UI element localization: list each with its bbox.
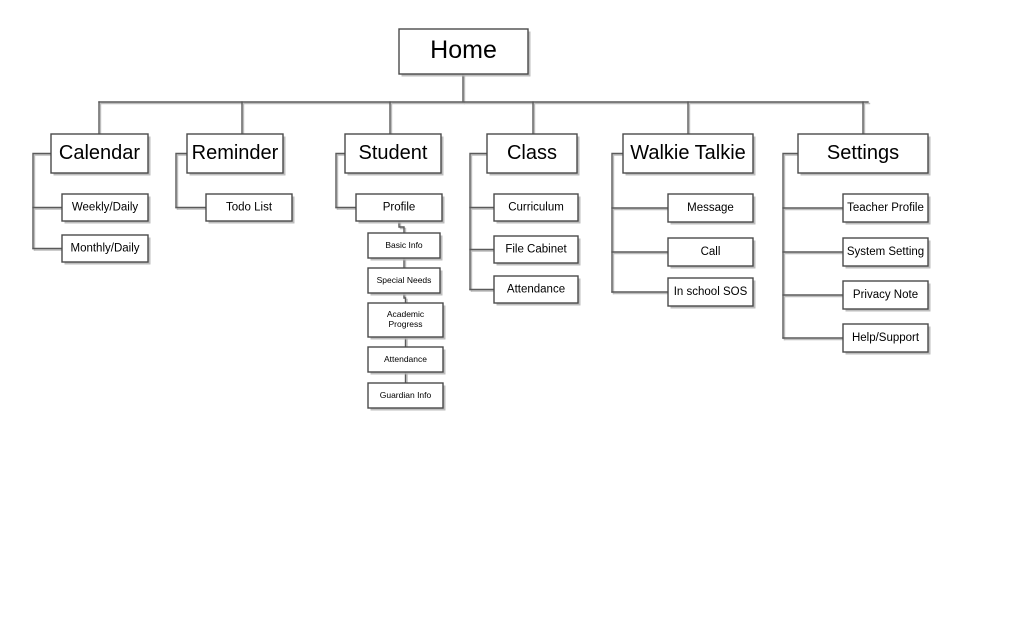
node-reminder[interactable]: Reminder	[186, 133, 286, 176]
node-home[interactable]: Home	[398, 28, 531, 77]
node-label-file-cabinet: File Cabinet	[505, 244, 567, 256]
trunk-calendar-shadow	[33, 154, 54, 251]
node-label-student: Student	[359, 142, 428, 164]
node-label-message: Message	[687, 202, 734, 214]
node-label-teacher-profile: Teacher Profile	[847, 202, 924, 214]
node-todo-list[interactable]: Todo List	[205, 193, 295, 224]
trunk-settings-shadow	[783, 154, 801, 341]
node-teacher-profile[interactable]: Teacher Profile	[842, 193, 931, 225]
node-settings[interactable]: Settings	[797, 133, 931, 176]
node-in-school-sos[interactable]: In school SOS	[667, 277, 756, 309]
node-calendar[interactable]: Calendar	[50, 133, 151, 176]
node-label-academic-progress: Academic Progress	[387, 309, 425, 329]
trunk-class	[469, 152, 488, 291]
node-label-class: Class	[507, 142, 557, 164]
hierarchy-tree: Home Calendar Weekly/Daily Monthly/Daily Rem…	[32, 28, 931, 411]
trunk-class-shadow	[470, 154, 490, 292]
node-system-setting[interactable]: System Setting	[842, 237, 931, 269]
node-label-attendance-class: Attendance	[507, 284, 565, 296]
trunk-calendar	[32, 152, 52, 250]
node-label-monthly-daily: Monthly/Daily	[70, 243, 139, 255]
node-label-in-school-sos: In school SOS	[674, 286, 748, 298]
node-label-calendar: Calendar	[59, 142, 141, 164]
node-file-cabinet[interactable]: File Cabinet	[493, 235, 581, 266]
trunk-settings	[782, 152, 799, 339]
node-attendance-student[interactable]: Attendance	[367, 346, 446, 375]
node-label-call: Call	[701, 246, 721, 258]
node-class[interactable]: Class	[486, 133, 580, 176]
node-label-special-needs: Special Needs	[377, 275, 432, 285]
node-walkie-talkie[interactable]: Walkie Talkie	[622, 133, 756, 176]
sitemap-diagram-canvas: Home Calendar Weekly/Daily Monthly/Daily Rem…	[0, 0, 1024, 639]
connector-layer	[32, 73, 871, 386]
node-curriculum[interactable]: Curriculum	[493, 193, 581, 224]
node-student[interactable]: Student	[344, 133, 444, 176]
node-label-profile: Profile	[383, 202, 416, 214]
node-label-curriculum: Curriculum	[508, 202, 564, 214]
node-basic-info[interactable]: Basic Info	[367, 232, 443, 261]
node-label-walkie-talkie: Walkie Talkie	[630, 142, 746, 164]
node-label-guardian-info: Guardian Info	[380, 390, 432, 400]
node-label-privacy-note: Privacy Note	[853, 289, 918, 301]
node-label-attendance-student: Attendance	[384, 354, 427, 364]
node-guardian-info[interactable]: Guardian Info	[367, 382, 446, 411]
node-message[interactable]: Message	[667, 193, 756, 225]
node-monthly-daily[interactable]: Monthly/Daily	[61, 234, 151, 265]
node-label-todo-list: Todo List	[226, 202, 273, 214]
node-attendance-class[interactable]: Attendance	[493, 275, 581, 306]
node-label-reminder: Reminder	[192, 142, 279, 164]
node-privacy-note[interactable]: Privacy Note	[842, 280, 931, 312]
node-label-system-setting: System Setting	[847, 246, 924, 258]
node-label-home: Home	[430, 36, 497, 64]
node-weekly-daily[interactable]: Weekly/Daily	[61, 193, 151, 224]
trunk-walkie-talkie-shadow	[612, 154, 626, 295]
node-profile[interactable]: Profile	[355, 193, 445, 224]
node-layer: Home Calendar Weekly/Daily Monthly/Daily Rem…	[50, 28, 931, 411]
node-label-weekly-daily: Weekly/Daily	[72, 202, 138, 214]
node-label-basic-info: Basic Info	[385, 240, 423, 250]
node-academic-progress[interactable]: Academic Progress	[367, 302, 446, 340]
node-special-needs[interactable]: Special Needs	[367, 267, 443, 296]
node-help-support[interactable]: Help/Support	[842, 323, 931, 355]
node-call[interactable]: Call	[667, 237, 756, 269]
node-label-settings: Settings	[827, 142, 899, 164]
node-label-help-support: Help/Support	[852, 332, 920, 344]
